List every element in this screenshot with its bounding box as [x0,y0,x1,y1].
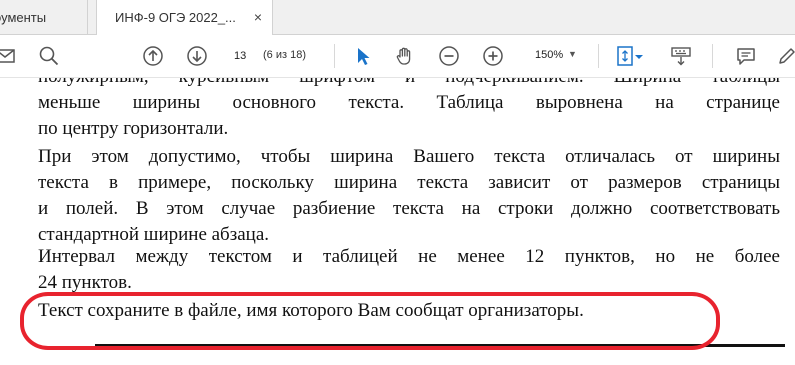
hand-tool-icon[interactable] [394,45,416,67]
document-page: полужирным, курсивным шрифтом и подчерки… [0,78,795,365]
fit-options-chevron-icon[interactable] [634,45,644,67]
zoom-level-select[interactable]: 150% [535,49,563,61]
select-cursor-icon[interactable] [352,45,374,67]
toolbar-divider [712,44,713,68]
text-line: Интервал между текстом и таблицей не мен… [38,246,780,267]
tab-active-document-label: ИНФ-9 ОГЭ 2022_... [115,10,236,25]
text-line: текста в примере, поскольку ширина текст… [38,172,780,193]
paragraph-text-width: При этом допустимо, чтобы ширина Вашего … [38,144,780,248]
chevron-down-icon[interactable]: ▼ [568,49,577,59]
scroll-mode-icon[interactable] [670,45,692,67]
email-icon[interactable] [0,45,16,67]
close-tab-icon[interactable]: × [254,9,262,25]
paragraph-table-width: меньше ширины основного текста. Таблица … [38,90,780,142]
tab-documents-label: оументы [0,9,47,25]
fit-page-icon[interactable] [614,45,636,67]
toolbar-divider [334,44,335,68]
tab-documents[interactable]: оументы [0,0,88,34]
zoom-out-icon[interactable] [438,45,460,67]
red-highlight-oval [20,292,720,350]
zoom-in-icon[interactable] [482,45,504,67]
page-count-label: (6 из 18) [263,49,306,61]
page-number-input[interactable] [234,47,264,65]
comment-icon[interactable] [735,45,757,67]
pen-icon[interactable] [776,45,795,67]
text-line: меньше ширины основного текста. Таблица … [38,92,780,113]
next-page-icon[interactable] [186,45,208,67]
search-icon[interactable] [38,45,60,67]
toolbar-divider [598,44,599,68]
text-line: При этом допустимо, чтобы ширина Вашего … [38,146,780,167]
toolbar: (6 из 18) 150% ▼ [0,35,795,78]
tab-active-document[interactable]: ИНФ-9 ОГЭ 2022_... × [96,0,273,35]
clipped-text-line: полужирным, курсивным шрифтом и подчерки… [38,78,780,90]
paragraph-spacing: Интервал между текстом и таблицей не мен… [38,244,780,296]
previous-page-icon[interactable] [142,45,164,67]
tab-bar: оументы ИНФ-9 ОГЭ 2022_... × [0,0,795,35]
text-line: по центру горизонтали. [38,118,229,139]
text-line: и полей. В этом случае разбиение текста … [38,198,780,219]
